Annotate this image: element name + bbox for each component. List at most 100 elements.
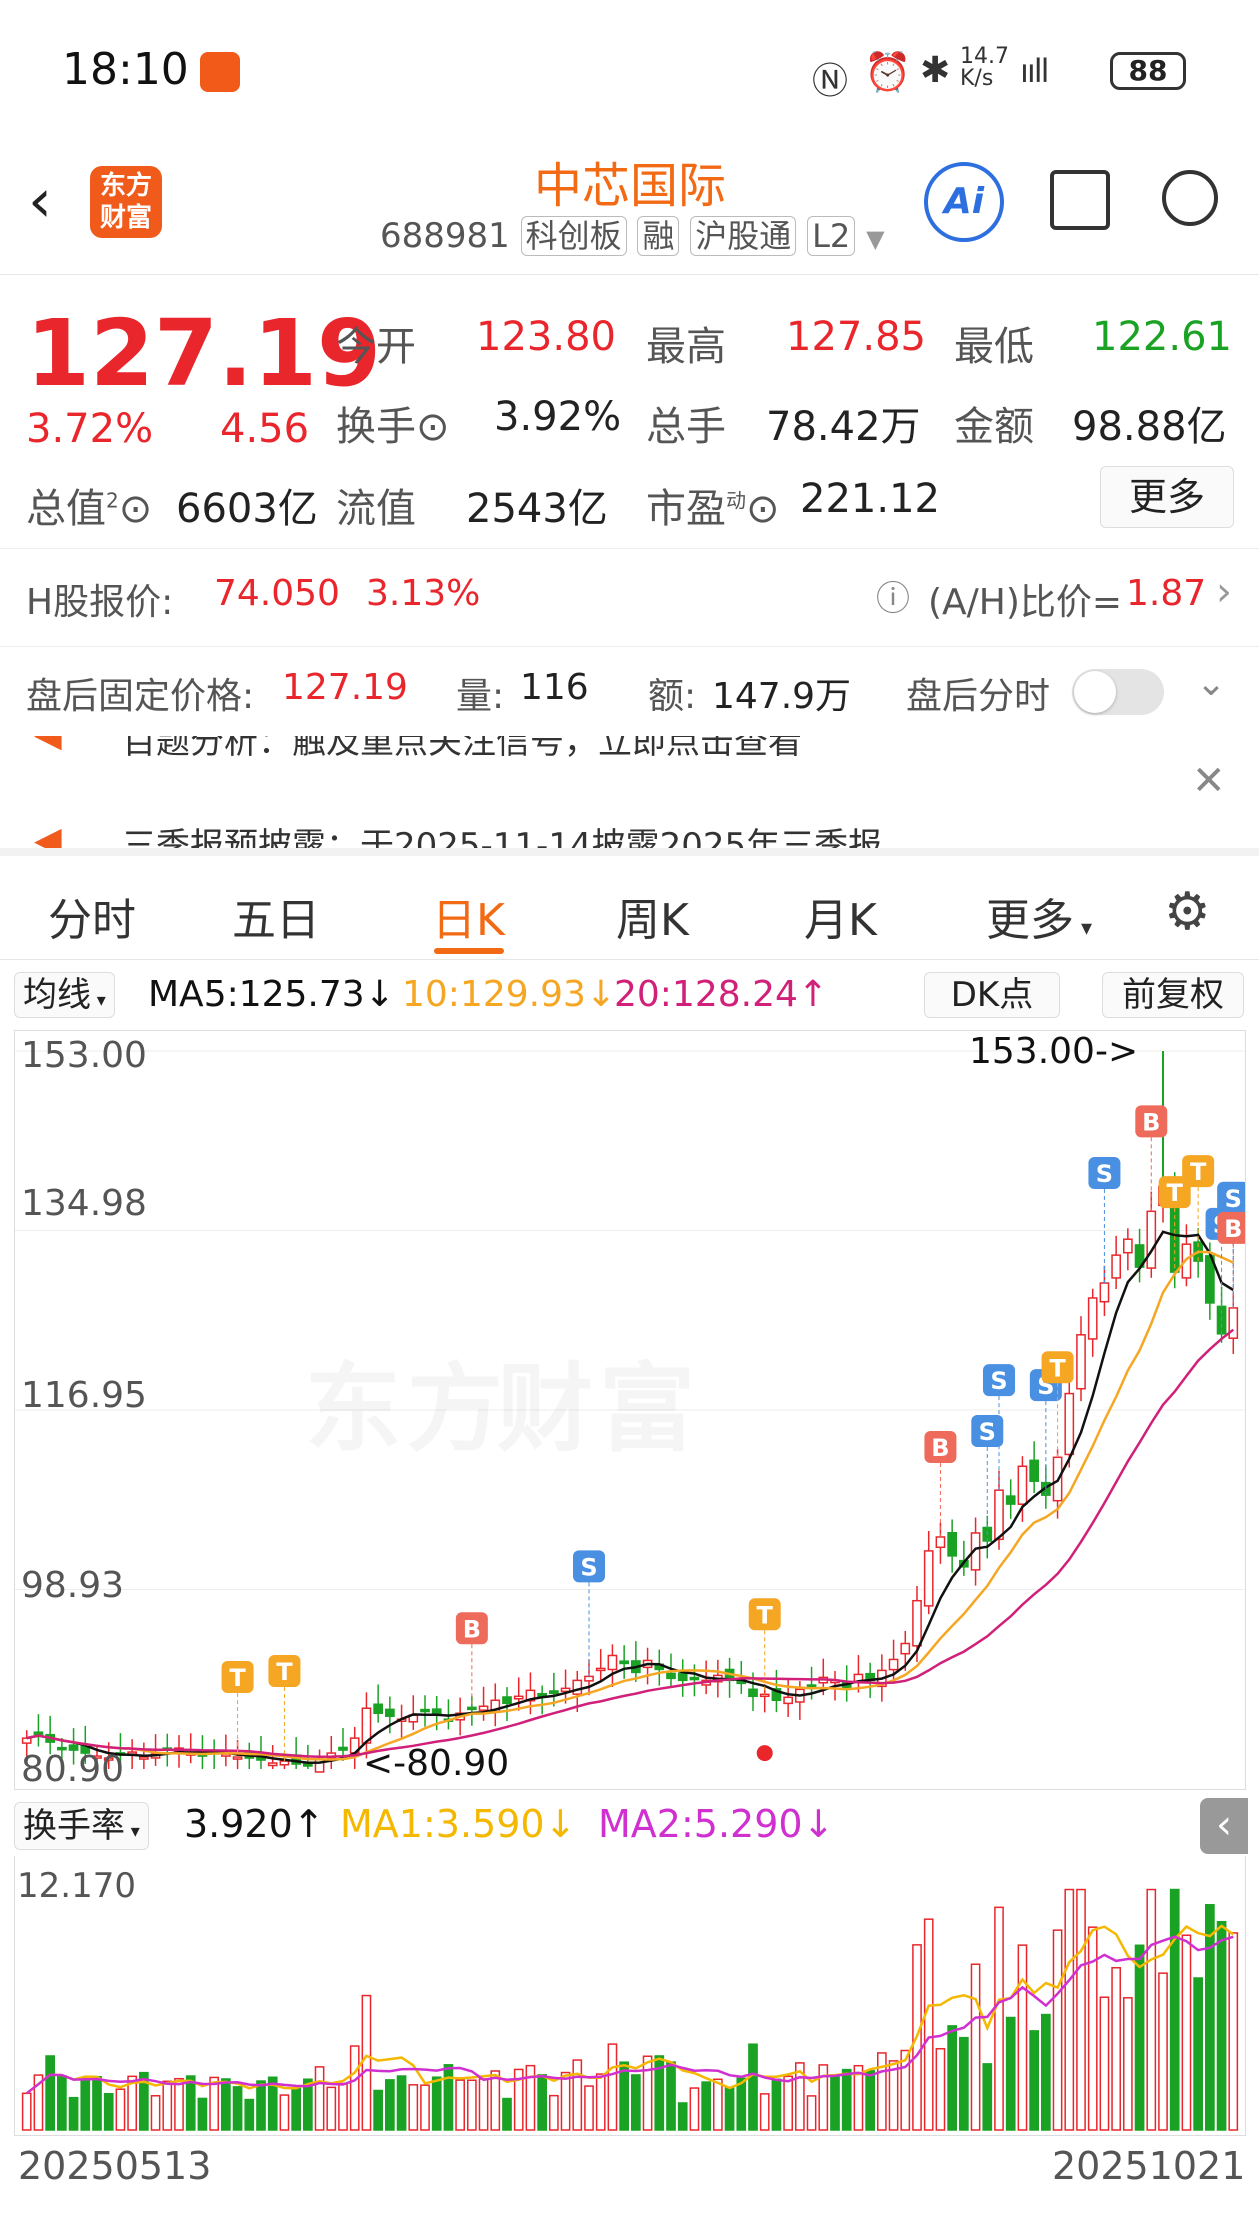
turnover-ma1: MA1:3.590↓ <box>340 1802 577 1846</box>
turnover-chart[interactable]: 12.170 <box>14 1856 1246 2136</box>
tab-monthly-k[interactable]: 月K <box>804 884 877 948</box>
megaphone-icon: ◀ <box>34 820 62 848</box>
chevron-down-icon[interactable]: ⌄ <box>1196 663 1226 704</box>
h-share-row[interactable]: H股报价: 74.050 3.13% ⓘ (A/H)比价= 1.87 › <box>0 548 1259 646</box>
notice-item[interactable]: 三季报预披露：于2025-11-14披露2025年三季报 <box>122 818 882 848</box>
turnover-bar <box>1181 1934 1192 2131</box>
signal-label: S <box>1096 1160 1113 1188</box>
candle <box>923 1550 934 1607</box>
after-hours-toggle[interactable] <box>1072 669 1164 715</box>
chart-tabs: 分时 五日 日K 周K 月K 更多 ▾ ⚙ <box>0 848 1259 960</box>
indicator-selector[interactable]: 换手率 ▾ <box>14 1802 149 1850</box>
turnover-bar <box>701 2081 711 2131</box>
tag-connect: 沪股通 <box>690 216 797 256</box>
turnover-bar <box>279 2094 290 2131</box>
turnover-bar <box>244 2098 255 2131</box>
candle <box>689 1676 700 1681</box>
bluetooth-icon: ✱ <box>920 50 951 91</box>
amount-value: 98.88亿 <box>1072 404 1227 450</box>
candle <box>900 1642 911 1655</box>
app-logo[interactable]: 东方 财富 <box>90 166 162 238</box>
x-end-date: 20251021 <box>1052 2144 1246 2188</box>
candle <box>513 1695 524 1700</box>
signal-label: T <box>1167 1179 1184 1207</box>
turnover-bar <box>748 2043 758 2131</box>
megaphone-icon: ◀ <box>34 736 62 755</box>
notice-scroller[interactable]: ◀ 百题分析：触及重点关注信号，立即点击查看 ✕ ◀ 三季报预披露：于2025-… <box>0 736 1259 848</box>
turnover-value: 3.92% <box>494 394 622 440</box>
turnover-bar <box>1158 1972 1168 2131</box>
turnover-bar <box>256 2080 266 2131</box>
candle <box>666 1672 676 1680</box>
close-icon[interactable]: ✕ <box>1192 758 1226 804</box>
turnover-bar <box>209 2076 219 2131</box>
signal-label: B <box>1224 1215 1242 1243</box>
tab-timeshare[interactable]: 分时 <box>48 884 136 948</box>
candle <box>994 1489 1004 1541</box>
ma10-line <box>26 1250 1234 1761</box>
active-tab-indicator <box>434 948 504 954</box>
back-icon[interactable]: ‹ <box>28 166 52 236</box>
turnover-bar <box>771 2078 782 2131</box>
share-icon[interactable] <box>1050 170 1110 230</box>
tab-weekly-k[interactable]: 周K <box>616 884 689 948</box>
candle <box>748 1688 758 1698</box>
turnover-bar <box>1123 1997 1133 2131</box>
pe-value: 221.12 <box>800 476 940 522</box>
turnover-bar <box>1029 2030 1039 2131</box>
gear-icon[interactable]: ⚙ <box>1164 882 1211 942</box>
net-speed: 14.7 K/s <box>960 44 1009 91</box>
turnover-bar <box>467 2079 477 2131</box>
turnover-bar <box>1111 1966 1121 2131</box>
dk-point-button[interactable]: DK点 <box>924 972 1060 1018</box>
turnover-bar <box>92 2076 102 2131</box>
turnover-bar <box>197 2097 208 2131</box>
tab-daily-k[interactable]: 日K <box>432 884 505 948</box>
signal-label: S <box>979 1418 996 1446</box>
turnover-bar <box>877 2052 887 2131</box>
turnover-bar <box>888 2060 899 2131</box>
candle <box>21 1737 32 1744</box>
turnover-bar <box>736 2077 747 2131</box>
candle <box>361 1707 372 1744</box>
turnover-bar <box>1005 2016 1016 2131</box>
turnover-bar <box>221 2078 231 2131</box>
open-label: 今开 <box>336 324 416 370</box>
more-button[interactable]: 更多 <box>1100 466 1234 528</box>
high-price-marker: 153.00-> <box>969 1031 1139 1072</box>
collapse-panel-button[interactable]: ‹ <box>1200 1798 1248 1854</box>
ma-selector[interactable]: 均线 ▾ <box>14 972 115 1018</box>
kline-chart[interactable]: TTBSTBSSSSSSSBTTBT 153.00 134.98 116.95 … <box>14 1030 1250 1790</box>
turnover-bar <box>174 2077 184 2131</box>
signal-label: B <box>463 1615 481 1643</box>
signal-label: B <box>1142 1108 1160 1136</box>
volume-label: 总手 <box>646 404 726 450</box>
nfc-icon: Ⓝ <box>812 61 849 102</box>
turnover-bar <box>385 2079 395 2131</box>
candle <box>619 1660 629 1665</box>
turnover-bar <box>970 1963 981 2131</box>
status-bar: 18:10 Ⓝ ⏰ ✱ 14.7 K/s ııll 88 <box>0 0 1259 140</box>
turnover-bar <box>1205 1904 1215 2131</box>
turnover-bar <box>349 2045 360 2131</box>
candle <box>1146 1210 1157 1269</box>
h-share-label: H股报价: <box>26 582 174 623</box>
event-dot[interactable] <box>756 1745 773 1762</box>
turnover-bar <box>326 2086 337 2131</box>
pe-label: 市盈动⊙ <box>646 486 780 532</box>
turnover-bar <box>1017 1944 1028 2131</box>
signal-label: S <box>990 1367 1007 1395</box>
price-adjust-button[interactable]: 前复权 <box>1102 972 1244 1018</box>
search-icon[interactable] <box>1162 170 1218 226</box>
watermark-logo: 东方 <box>305 1331 509 1470</box>
y-tick-label: 153.00 <box>21 1035 147 1076</box>
tab-five-day[interactable]: 五日 <box>232 884 320 948</box>
stock-code-line[interactable]: 688981 科创板 融 沪股通 L2 ▼ <box>380 216 885 256</box>
notice-item[interactable]: 百题分析：触及重点关注信号，立即点击查看 <box>122 736 802 763</box>
signal-label: S <box>580 1553 597 1581</box>
help-icon[interactable]: ⓘ <box>876 571 910 620</box>
candle <box>549 1690 559 1695</box>
turnover-bar <box>642 2055 653 2131</box>
tab-more[interactable]: 更多 ▾ <box>986 884 1092 948</box>
ai-button[interactable]: Ai <box>924 162 1004 242</box>
